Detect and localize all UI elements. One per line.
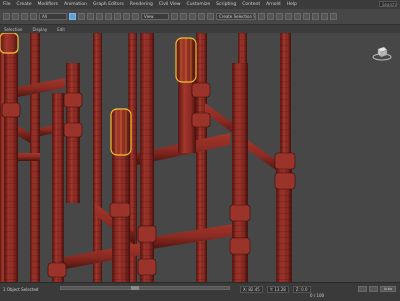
menu-item-arnold[interactable]: Arnold — [263, 2, 284, 7]
time-slider[interactable] — [60, 286, 230, 290]
frame-counter: 0 / 100 — [310, 293, 325, 298]
search-input[interactable]: Search — [379, 1, 397, 7]
window-crossing-icon[interactable] — [96, 13, 103, 20]
set-key-button[interactable]: Auto — [380, 286, 396, 292]
menu-item-animation[interactable]: Animation — [61, 2, 90, 7]
mirror-icon[interactable] — [258, 13, 265, 20]
menu-item-create[interactable]: Create — [14, 2, 35, 7]
coord-x[interactable]: X: 82.45 — [240, 286, 263, 293]
animation-controls: Auto — [358, 286, 396, 292]
main-toolbar: All View Create Selection Set — [0, 9, 400, 25]
region-select-icon[interactable] — [87, 13, 94, 20]
render-setup-icon[interactable] — [312, 13, 319, 20]
layer-icon[interactable] — [276, 13, 283, 20]
schematic-icon[interactable] — [294, 13, 301, 20]
reference-coord-dropdown[interactable]: View — [141, 13, 169, 20]
placement-icon[interactable] — [132, 13, 139, 20]
menu-item-customize[interactable]: Customize — [184, 2, 214, 7]
curve-editor-icon[interactable] — [285, 13, 292, 20]
menu-item-graph-editors[interactable]: Graph Editors — [90, 2, 127, 7]
status-bar: 1 Object Selected X: 82.45 Y: 13.28 Z: 0… — [0, 282, 400, 301]
tab-selection[interactable]: Selection — [4, 27, 22, 32]
snap-icon[interactable] — [180, 13, 187, 20]
menu-item-help[interactable]: Help — [284, 2, 300, 7]
menu-item-content[interactable]: Content — [239, 2, 263, 7]
render-icon[interactable] — [330, 13, 337, 20]
select-icon[interactable] — [69, 13, 76, 20]
coord-y[interactable]: Y: 13.28 — [266, 286, 289, 293]
scene-render — [0, 33, 296, 282]
percent-snap-icon[interactable] — [198, 13, 205, 20]
menu-item-modifiers[interactable]: Modifiers — [34, 2, 61, 7]
viewport-perspective[interactable] — [0, 33, 400, 282]
align-icon[interactable] — [267, 13, 274, 20]
status-text: 1 Object Selected — [3, 287, 39, 292]
pivot-icon[interactable] — [171, 13, 178, 20]
menu-item-civil-view[interactable]: Civil View — [156, 2, 184, 7]
material-editor-icon[interactable] — [303, 13, 310, 20]
menu-item-rendering[interactable]: Rendering — [127, 2, 156, 7]
rotate-icon[interactable] — [114, 13, 121, 20]
selection-filter-dropdown[interactable]: All — [39, 13, 67, 20]
coordinate-readout: X: 82.45 Y: 13.28 Z: 0.0 — [240, 286, 311, 293]
link-icon[interactable] — [21, 13, 28, 20]
key-icon[interactable] — [369, 286, 378, 292]
scale-icon[interactable] — [123, 13, 130, 20]
menu-item-scripting[interactable]: Scripting — [213, 2, 239, 7]
time-slider-knob[interactable] — [131, 286, 139, 290]
coord-z[interactable]: Z: 0.0 — [292, 286, 311, 293]
angle-snap-icon[interactable] — [189, 13, 196, 20]
move-icon[interactable] — [105, 13, 112, 20]
play-icon[interactable] — [358, 286, 367, 292]
menu-bar: File Create Modifiers Animation Graph Ed… — [0, 0, 400, 9]
unlink-icon[interactable] — [30, 13, 37, 20]
redo-icon[interactable] — [12, 13, 19, 20]
selection-set-dropdown[interactable]: Create Selection Set — [216, 13, 256, 20]
undo-icon[interactable] — [3, 13, 10, 20]
ribbon-tabs: Selection Display Edit — [0, 25, 400, 33]
viewcube-icon[interactable] — [372, 45, 392, 61]
tab-display[interactable]: Display — [32, 27, 47, 32]
select-by-name-icon[interactable] — [78, 13, 85, 20]
menu-item-file[interactable]: File — [0, 2, 14, 7]
render-frame-icon[interactable] — [321, 13, 328, 20]
spinner-snap-icon[interactable] — [207, 13, 214, 20]
tab-edit[interactable]: Edit — [57, 27, 65, 32]
